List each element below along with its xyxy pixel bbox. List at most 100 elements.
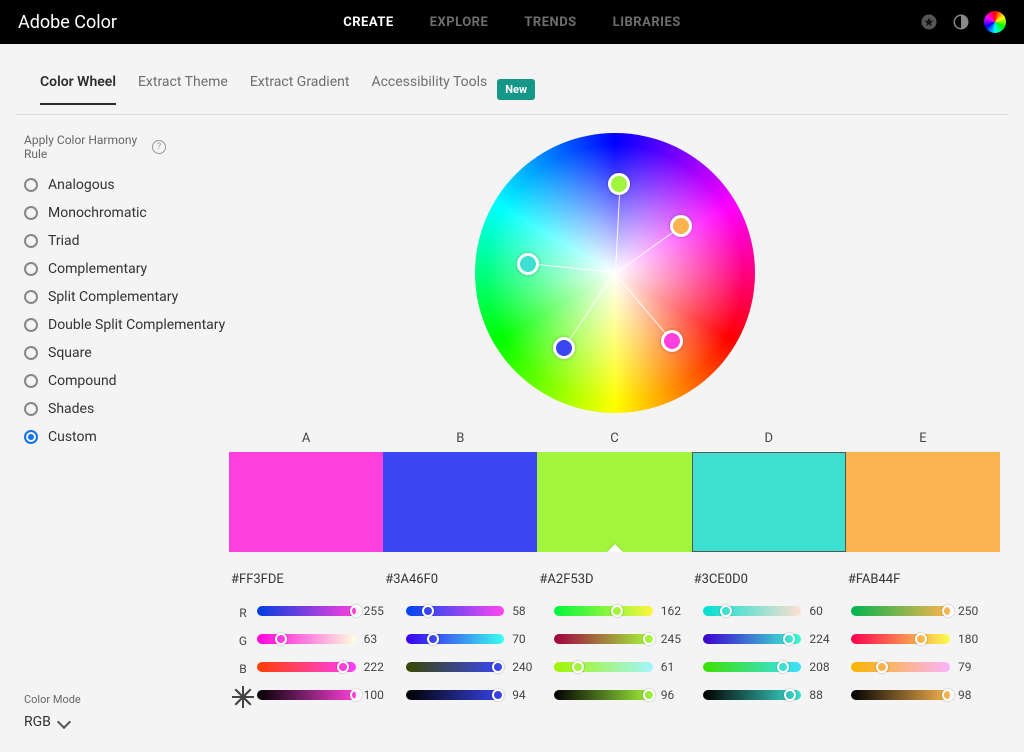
swatch[interactable] bbox=[537, 452, 691, 552]
top-bar: Adobe Color CREATE EXPLORE TRENDS LIBRAR… bbox=[0, 0, 1024, 44]
color-wheel[interactable] bbox=[475, 133, 755, 413]
radio-icon bbox=[24, 262, 38, 276]
radio-icon bbox=[24, 318, 38, 332]
brightness-icon bbox=[234, 687, 252, 707]
nav-libraries[interactable]: LIBRARIES bbox=[613, 15, 681, 30]
nav-create[interactable]: CREATE bbox=[343, 15, 393, 30]
channel-g-slider[interactable] bbox=[406, 634, 505, 644]
channel-b-slider[interactable] bbox=[406, 662, 505, 672]
tab-accessibility[interactable]: Accessibility Tools bbox=[371, 74, 487, 104]
channel-g-slider[interactable] bbox=[257, 634, 356, 644]
radio-icon bbox=[24, 430, 38, 444]
slider-value[interactable]: 63 bbox=[364, 632, 392, 646]
slider-value[interactable]: 70 bbox=[512, 632, 540, 646]
brightness-slider[interactable] bbox=[554, 690, 653, 700]
harmony-option-shades[interactable]: Shades bbox=[24, 401, 229, 417]
hex-value[interactable]: #3A46F0 bbox=[383, 572, 537, 587]
slider-row: 180 bbox=[851, 629, 986, 649]
slider-value[interactable]: 94 bbox=[512, 688, 540, 702]
star-icon[interactable] bbox=[920, 13, 938, 31]
slider-value[interactable]: 240 bbox=[512, 660, 540, 674]
harmony-option-split-complementary[interactable]: Split Complementary bbox=[24, 289, 229, 305]
help-icon[interactable]: ? bbox=[152, 140, 166, 154]
slider-value[interactable]: 255 bbox=[364, 604, 392, 618]
color-mode-select[interactable]: RGB bbox=[24, 714, 81, 730]
channel-b-slider[interactable] bbox=[851, 662, 950, 672]
channel-r-slider[interactable] bbox=[703, 606, 802, 616]
slider-value[interactable]: 58 bbox=[512, 604, 540, 618]
slider-value[interactable]: 60 bbox=[809, 604, 837, 618]
brightness-slider[interactable] bbox=[851, 690, 950, 700]
wheel-handle[interactable] bbox=[670, 215, 692, 237]
slider-row: 255 bbox=[257, 601, 392, 621]
slider-value[interactable]: 180 bbox=[958, 632, 986, 646]
harmony-option-double-split-complementary[interactable]: Double Split Complementary bbox=[24, 317, 229, 333]
top-right bbox=[920, 11, 1006, 33]
channel-b-slider[interactable] bbox=[257, 662, 356, 672]
slider-value[interactable]: 224 bbox=[809, 632, 837, 646]
slider-value[interactable]: 88 bbox=[809, 688, 837, 702]
brightness-slider[interactable] bbox=[257, 690, 356, 700]
tab-extract-theme[interactable]: Extract Theme bbox=[138, 74, 228, 104]
radio-icon bbox=[24, 206, 38, 220]
nav-explore[interactable]: EXPLORE bbox=[430, 15, 489, 30]
slider-value[interactable]: 98 bbox=[958, 688, 986, 702]
channel-g-slider[interactable] bbox=[703, 634, 802, 644]
channel-g-slider[interactable] bbox=[554, 634, 653, 644]
slider-row: 61 bbox=[554, 657, 689, 677]
channel-r-slider[interactable] bbox=[851, 606, 950, 616]
slider-value[interactable]: 208 bbox=[809, 660, 837, 674]
swatch[interactable] bbox=[383, 452, 537, 552]
wheel-handle[interactable] bbox=[608, 173, 630, 195]
channel-r-slider[interactable] bbox=[554, 606, 653, 616]
wheel-handle[interactable] bbox=[553, 337, 575, 359]
harmony-option-square[interactable]: Square bbox=[24, 345, 229, 361]
harmony-option-analogous[interactable]: Analogous bbox=[24, 177, 229, 193]
slider-value[interactable]: 250 bbox=[958, 604, 986, 618]
channel-b-slider[interactable] bbox=[554, 662, 653, 672]
channel-g-slider[interactable] bbox=[851, 634, 950, 644]
wheel-handle[interactable] bbox=[661, 330, 683, 352]
harmony-option-triad[interactable]: Triad bbox=[24, 233, 229, 249]
brightness-slider[interactable] bbox=[703, 690, 802, 700]
slider-value[interactable]: 96 bbox=[661, 688, 689, 702]
new-badge: New bbox=[497, 79, 535, 100]
channel-r-slider[interactable] bbox=[257, 606, 356, 616]
harmony-option-monochromatic[interactable]: Monochromatic bbox=[24, 205, 229, 221]
swatch[interactable] bbox=[846, 452, 1000, 552]
channel-r-slider[interactable] bbox=[406, 606, 505, 616]
hex-value[interactable]: #A2F53D bbox=[537, 572, 691, 587]
harmony-option-custom[interactable]: Custom bbox=[24, 429, 229, 445]
harmony-option-label: Triad bbox=[48, 233, 80, 249]
chevron-down-icon bbox=[57, 715, 71, 729]
swatch[interactable] bbox=[692, 452, 846, 552]
hex-value[interactable]: #FAB44F bbox=[846, 572, 1000, 587]
wheel-handle[interactable] bbox=[517, 253, 539, 275]
swatch-letter: A bbox=[229, 423, 383, 452]
color-mode-value: RGB bbox=[24, 714, 51, 730]
user-avatar[interactable] bbox=[984, 11, 1006, 33]
harmony-option-label: Complementary bbox=[48, 261, 147, 277]
channel-b-slider[interactable] bbox=[703, 662, 802, 672]
harmony-option-complementary[interactable]: Complementary bbox=[24, 261, 229, 277]
slider-row: 79 bbox=[851, 657, 986, 677]
slider-value[interactable]: 162 bbox=[661, 604, 689, 618]
channel-columns: 255 63 222 100 58 70 240 94 162 245 61 96 60 224 208 88… bbox=[257, 601, 1000, 707]
slider-value[interactable]: 61 bbox=[661, 660, 689, 674]
brightness-slider[interactable] bbox=[406, 690, 505, 700]
tab-color-wheel[interactable]: Color Wheel bbox=[40, 74, 116, 104]
harmony-option-compound[interactable]: Compound bbox=[24, 373, 229, 389]
nav-trends[interactable]: TRENDS bbox=[524, 15, 576, 30]
harmony-rule-label: Apply Color Harmony Rule bbox=[24, 133, 144, 161]
slider-value[interactable]: 100 bbox=[364, 688, 392, 702]
radio-icon bbox=[24, 374, 38, 388]
swatch[interactable] bbox=[229, 452, 383, 552]
slider-value[interactable]: 245 bbox=[661, 632, 689, 646]
theme-toggle-icon[interactable] bbox=[952, 13, 970, 31]
sub-nav: Color Wheel Extract Theme Extract Gradie… bbox=[16, 44, 1008, 115]
slider-value[interactable]: 79 bbox=[958, 660, 986, 674]
hex-value[interactable]: #3CE0D0 bbox=[692, 572, 846, 587]
hex-value[interactable]: #FF3FDE bbox=[229, 572, 383, 587]
tab-extract-gradient[interactable]: Extract Gradient bbox=[250, 74, 350, 104]
slider-value[interactable]: 222 bbox=[364, 660, 392, 674]
